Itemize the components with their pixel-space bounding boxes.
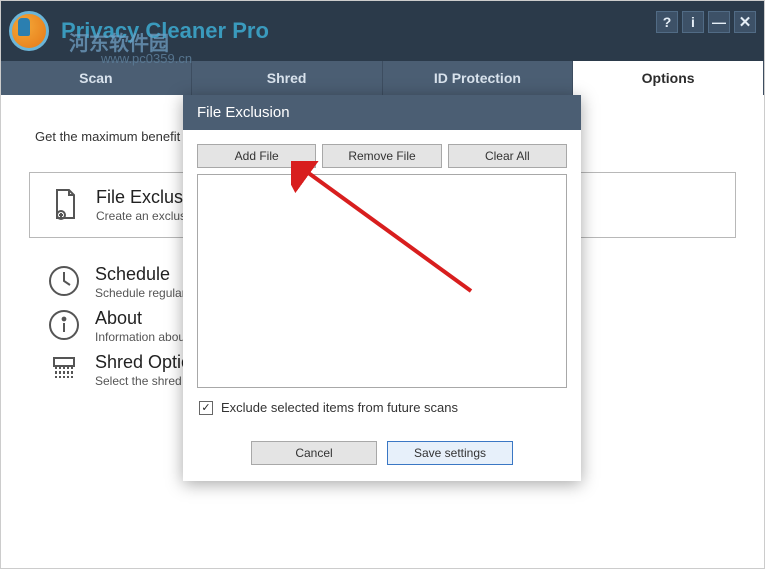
option-desc: Information about <box>95 330 188 344</box>
save-settings-button[interactable]: Save settings <box>387 441 513 465</box>
exclusion-listbox[interactable] <box>197 174 567 388</box>
clear-all-button[interactable]: Clear All <box>448 144 567 168</box>
info-icon <box>47 308 81 342</box>
titlebar: 河东软件园 Privacy Cleaner Pro www.pc0359.cn … <box>1 1 764 61</box>
file-exclusion-dialog: File Exclusion Add File Remove File Clea… <box>183 95 581 481</box>
shred-icon <box>47 352 81 386</box>
tab-id-protection[interactable]: ID Protection <box>383 61 574 95</box>
dialog-body: Add File Remove File Clear All ✓ Exclude… <box>183 130 581 441</box>
tab-scan[interactable]: Scan <box>1 61 192 95</box>
help-button[interactable]: ? <box>656 11 678 33</box>
app-logo-icon <box>9 11 49 51</box>
file-icon <box>48 187 82 221</box>
cancel-button[interactable]: Cancel <box>251 441 377 465</box>
watermark-url: www.pc0359.cn <box>101 51 192 66</box>
tab-bar: Scan Shred ID Protection Options <box>1 61 764 95</box>
add-file-button[interactable]: Add File <box>197 144 316 168</box>
dialog-title: File Exclusion <box>183 95 581 130</box>
checkbox-label: Exclude selected items from future scans <box>221 400 458 415</box>
window-controls: ? i — ✕ <box>656 11 756 33</box>
tab-shred[interactable]: Shred <box>192 61 383 95</box>
dialog-footer: Cancel Save settings <box>183 441 581 481</box>
option-text: About Information about <box>95 308 188 344</box>
info-button[interactable]: i <box>682 11 704 33</box>
remove-file-button[interactable]: Remove File <box>322 144 441 168</box>
close-button[interactable]: ✕ <box>734 11 756 33</box>
dialog-button-row: Add File Remove File Clear All <box>197 144 567 168</box>
clock-icon <box>47 264 81 298</box>
minimize-button[interactable]: — <box>708 11 730 33</box>
option-title: About <box>95 308 188 329</box>
logo-area: 河东软件园 Privacy Cleaner Pro www.pc0359.cn <box>9 11 269 51</box>
checkbox-icon: ✓ <box>199 401 213 415</box>
tab-options[interactable]: Options <box>573 61 764 95</box>
exclude-checkbox-row[interactable]: ✓ Exclude selected items from future sca… <box>199 400 565 415</box>
